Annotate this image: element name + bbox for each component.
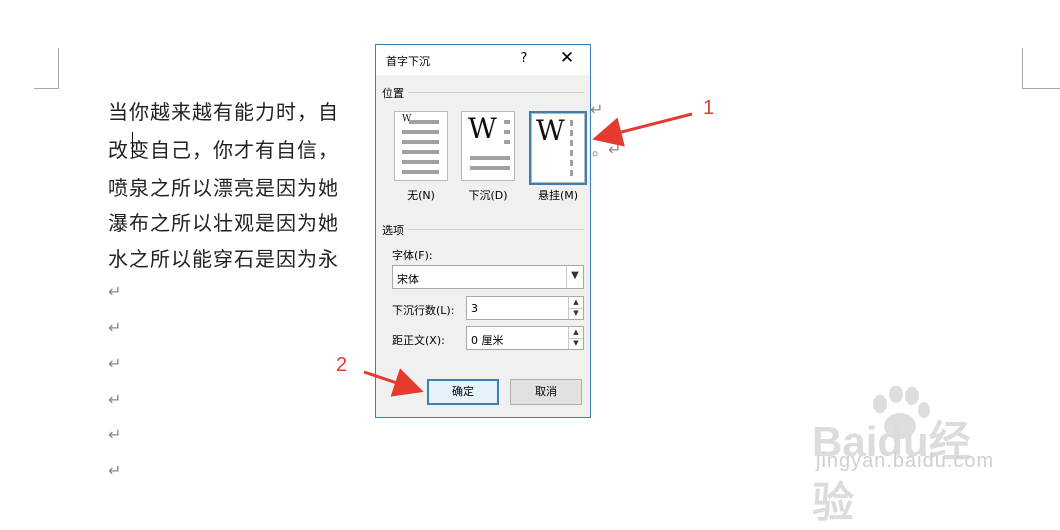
empty-paragraph-mark: ↵ bbox=[108, 318, 122, 337]
options-group-divider bbox=[408, 229, 584, 230]
doc-line-5[interactable]: 水之所以能穿石是因为永 bbox=[108, 243, 339, 272]
close-button[interactable]: ✕ bbox=[556, 48, 578, 68]
cancel-button[interactable]: 取消 bbox=[510, 379, 582, 405]
spin-down-icon[interactable]: ▼ bbox=[568, 308, 583, 319]
page-corner-mark-left bbox=[34, 48, 59, 89]
empty-paragraph-mark: ↵ bbox=[108, 390, 122, 409]
empty-paragraph-mark: ↵ bbox=[108, 461, 122, 480]
font-select-value: 宋体 bbox=[397, 273, 419, 286]
drop-cap-none-label[interactable]: 无(N) bbox=[391, 187, 451, 203]
font-select[interactable]: 宋体 ▼ bbox=[392, 265, 584, 289]
baidu-jingyan-watermark: Baidu经验 jingyan.baidu.com bbox=[812, 386, 1012, 526]
drop-cap-dropped-label[interactable]: 下沉(D) bbox=[458, 187, 518, 203]
preview-letter-big: W bbox=[536, 114, 565, 147]
doc-line-3[interactable]: 喷泉之所以漂亮是因为她 bbox=[108, 172, 339, 201]
page-corner-mark-right bbox=[1022, 48, 1060, 89]
doc-line-4[interactable]: 瀑布之所以壮观是因为她 bbox=[108, 207, 339, 236]
spin-down-icon[interactable]: ▼ bbox=[568, 338, 583, 349]
distance-stepper[interactable]: 0 厘米 ▲ ▼ bbox=[466, 326, 584, 350]
drop-lines-value[interactable]: 3 bbox=[471, 302, 478, 315]
dialog-title: 首字下沉 bbox=[386, 55, 430, 68]
help-button[interactable]: ? bbox=[516, 51, 532, 66]
dialog-titlebar[interactable]: 首字下沉 ? ✕ bbox=[376, 45, 590, 75]
position-section-label: 位置 bbox=[382, 87, 404, 100]
drop-cap-dialog[interactable]: 首字下沉 ? ✕ 位置 W 无(N) W 下沉(D) W 悬挂(M) 选项 字体… bbox=[375, 44, 591, 418]
options-section-label: 选项 bbox=[382, 224, 404, 237]
drop-lines-label: 下沉行数(L): bbox=[392, 304, 455, 317]
distance-value[interactable]: 0 厘米 bbox=[471, 332, 504, 348]
drop-cap-in-margin-option[interactable]: W bbox=[529, 111, 587, 185]
preview-letter-big: W bbox=[468, 112, 497, 145]
position-group-divider bbox=[408, 92, 584, 93]
watermark-url: jingyan.baidu.com bbox=[816, 450, 995, 472]
drop-lines-stepper[interactable]: 3 ▲ ▼ bbox=[466, 296, 584, 320]
ok-button[interactable]: 确定 bbox=[427, 379, 499, 405]
empty-paragraph-mark: ↵ bbox=[108, 354, 122, 373]
annotation-number-1: 1 bbox=[703, 97, 715, 119]
doc-line-2[interactable]: 改变自己，你才有自信， bbox=[108, 134, 339, 163]
drop-cap-none-option[interactable]: W bbox=[394, 111, 448, 181]
text-caret bbox=[132, 132, 133, 158]
drop-cap-dropped-option[interactable]: W bbox=[461, 111, 515, 181]
paragraph-mark-line-2: 。↵ bbox=[592, 140, 622, 159]
font-label: 字体(F): bbox=[392, 249, 433, 262]
annotation-number-2: 2 bbox=[336, 354, 348, 376]
drop-cap-in-margin-label[interactable]: 悬挂(M) bbox=[528, 187, 588, 203]
paragraph-mark-line-1: ↵ bbox=[590, 100, 604, 119]
distance-label: 距正文(X): bbox=[392, 334, 445, 347]
empty-paragraph-mark: ↵ bbox=[108, 282, 122, 301]
chevron-down-icon[interactable]: ▼ bbox=[566, 266, 583, 288]
doc-line-1[interactable]: 当你越来越有能力时，自 bbox=[108, 96, 339, 125]
empty-paragraph-mark: ↵ bbox=[108, 425, 122, 444]
